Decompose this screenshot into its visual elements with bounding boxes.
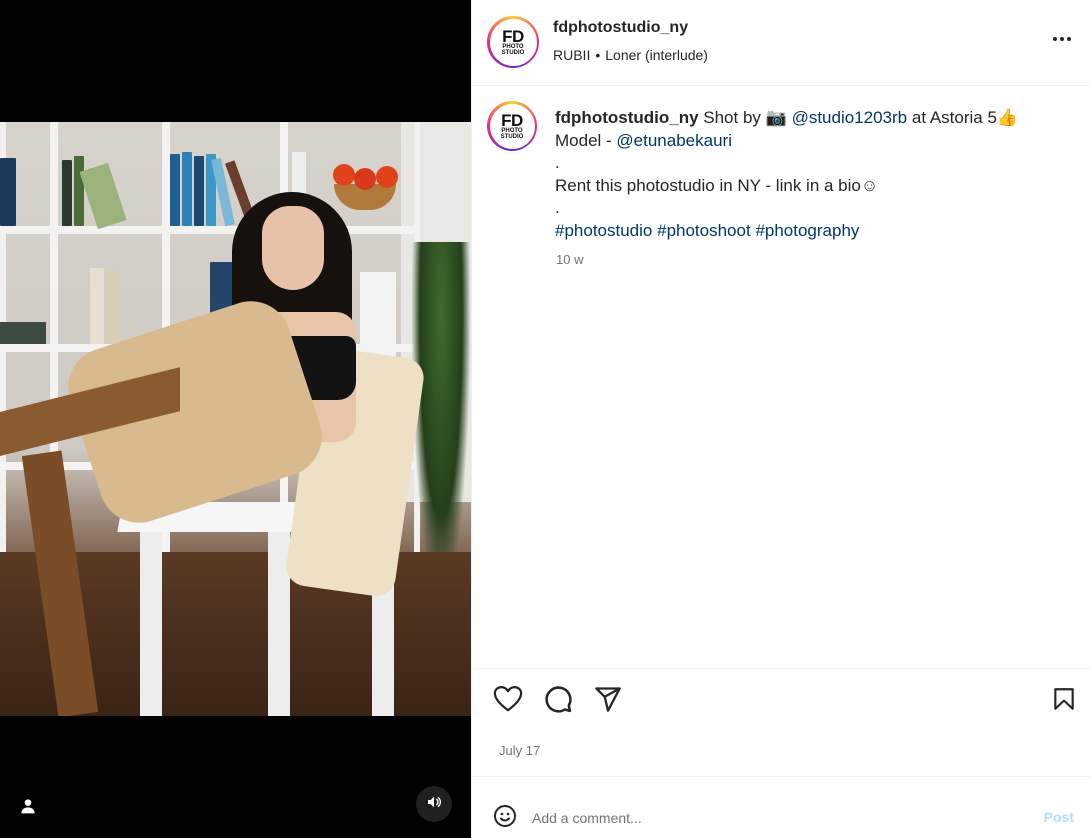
avatar-logo-main: FD (501, 110, 523, 130)
speaker-icon (426, 794, 442, 815)
caption-hashtags: #photostudio #photoshoot #photography (555, 220, 1065, 243)
avatar-logo-line2: STUDIO (500, 133, 524, 140)
post-media[interactable] (0, 0, 471, 838)
heart-icon (493, 685, 523, 718)
comment-form: Post (472, 776, 1091, 838)
comment-bubble-icon (543, 684, 573, 719)
comment-button[interactable] (542, 685, 574, 717)
bookmark-icon (1051, 685, 1077, 718)
caption-model-prefix: Model - (555, 130, 612, 150)
caption-time-ago[interactable]: 10 w (556, 252, 583, 267)
post-photo (0, 122, 471, 716)
caption-rent-text: Rent this photostudio in NY - link in a … (555, 175, 879, 195)
post-header: FD PHOTO STUDIO fdphotostudio_ny RUBII • L… (472, 0, 1091, 86)
smiley-icon (493, 804, 517, 833)
author-avatar[interactable]: FD PHOTO STUDIO (487, 16, 539, 68)
tagged-people-button[interactable] (10, 790, 46, 826)
caption-shot-by: Shot by (703, 108, 761, 127)
person-icon (20, 798, 36, 819)
avatar-logo-line2: STUDIO (501, 49, 525, 56)
audio-separator: • (595, 47, 601, 63)
post-actions: July 17 (472, 668, 1091, 776)
post-details-panel: FD PHOTO STUDIO fdphotostudio_ny RUBII • L… (471, 0, 1091, 838)
caption-location: at Astoria 5👍 (911, 108, 1019, 127)
post-date-day: 17 (525, 743, 541, 758)
save-button[interactable] (1048, 685, 1080, 717)
caption-dot-1: . (555, 153, 560, 172)
caption-author[interactable]: fdphotostudio_ny (555, 108, 699, 127)
audio-toggle-button[interactable] (416, 786, 452, 822)
paper-plane-icon (594, 685, 622, 718)
camera-emoji: 📷 (765, 108, 787, 127)
hashtag-link[interactable]: #photography (755, 221, 859, 240)
caption-area: FD PHOTO STUDIO fdphotostudio_ny Shot by… (472, 87, 1091, 667)
audio-artist: RUBII (553, 47, 591, 63)
audio-attribution[interactable]: RUBII • Loner (interlude) (553, 47, 708, 63)
post-date-month: July (499, 743, 523, 758)
hashtag-link[interactable]: #photoshoot (657, 221, 751, 240)
share-button[interactable] (592, 685, 624, 717)
like-button[interactable] (492, 685, 524, 717)
comment-input[interactable] (532, 807, 1012, 829)
caption-text: fdphotostudio_ny Shot by 📷 @studio1203rb… (555, 107, 1065, 242)
post-comment-button[interactable]: Post (1044, 809, 1074, 825)
more-options-icon (1050, 27, 1074, 56)
post-date[interactable]: July 17 (499, 743, 540, 758)
photographer-mention[interactable]: @studio1203rb (792, 108, 908, 127)
emoji-picker-button[interactable] (492, 804, 518, 833)
caption-dot-2: . (555, 198, 560, 217)
model-mention[interactable]: @etunabekauri (616, 131, 732, 150)
hashtag-link[interactable]: #photostudio (555, 221, 652, 240)
author-username[interactable]: fdphotostudio_ny (553, 19, 688, 37)
caption-author-avatar[interactable]: FD PHOTO STUDIO (487, 101, 537, 151)
audio-track: Loner (interlude) (605, 47, 708, 63)
avatar-logo-main: FD (502, 26, 524, 46)
more-options-button[interactable] (1050, 29, 1074, 53)
